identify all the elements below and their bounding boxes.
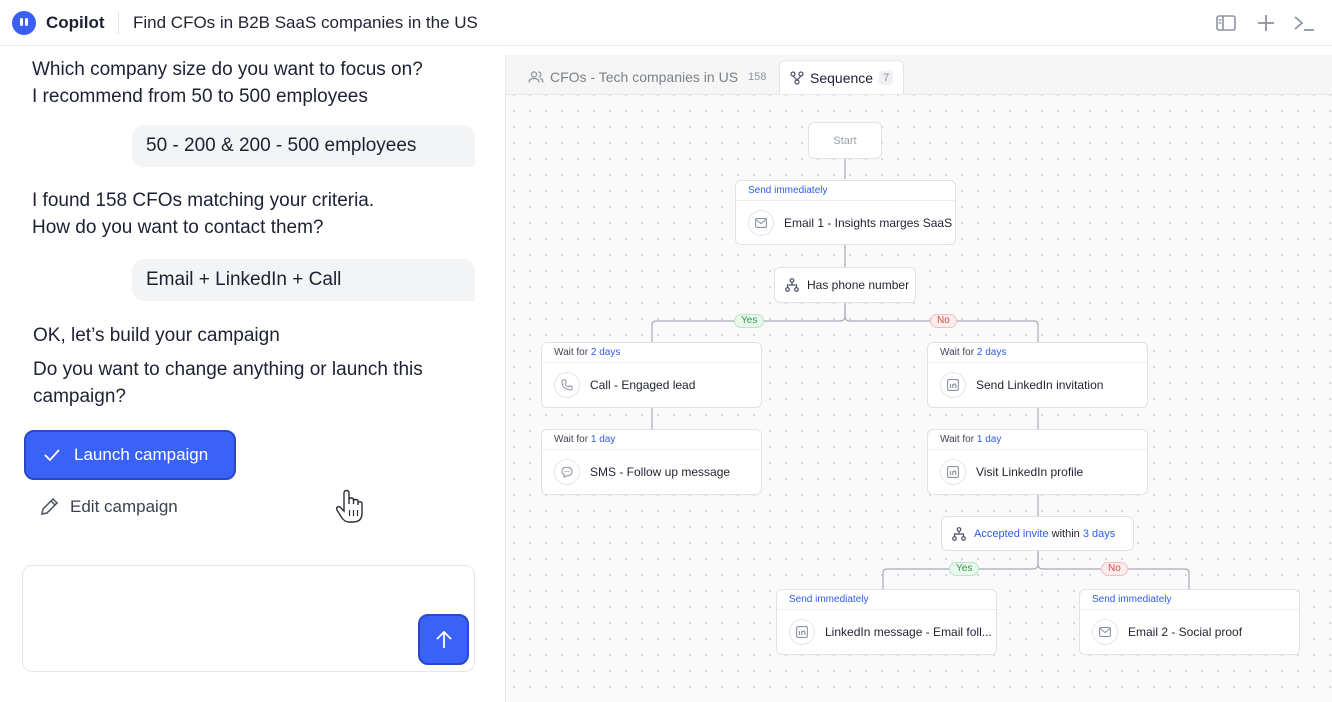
step-label: Send LinkedIn invitation	[976, 378, 1104, 392]
sequence-canvas: CFOs - Tech companies in US 158 Sequence…	[505, 55, 1332, 702]
step-label: Call - Engaged lead	[590, 378, 696, 392]
visit-linkedin-node[interactable]: Wait for 1 day Visit LinkedIn profile	[927, 429, 1148, 495]
message-line: campaign?	[33, 386, 126, 407]
condition-label: Has phone number	[807, 278, 910, 292]
phone-icon	[554, 372, 580, 398]
launch-campaign-label: Launch campaign	[74, 445, 209, 464]
wait-duration: 2 days	[976, 347, 1007, 358]
header-divider	[118, 12, 119, 34]
wait-prefix: Wait for	[554, 347, 589, 358]
condition-within: within	[1051, 527, 1080, 540]
condition-duration: 3 days	[1082, 527, 1116, 540]
message-line: How do you want to contact them?	[32, 217, 324, 238]
assistant-message-4: Do you want to change anything or launch…	[33, 356, 423, 410]
wait-prefix: Wait for	[940, 434, 975, 445]
edit-campaign-label: Edit campaign	[70, 497, 178, 516]
linkedin-icon	[789, 619, 815, 645]
assistant-message-3: OK, let’s build your campaign	[33, 325, 280, 346]
flow-start-node[interactable]: Start	[808, 122, 882, 159]
linkedin-icon	[940, 372, 966, 398]
step-label: LinkedIn message - Email foll...	[825, 625, 992, 639]
email-1-node[interactable]: Send immediately Email 1 - Insights marg…	[735, 180, 956, 245]
sidebar-toggle-icon[interactable]	[1215, 12, 1237, 34]
page-title: Find CFOs in B2B SaaS companies in the U…	[133, 13, 478, 32]
copilot-logo-icon	[12, 11, 36, 35]
message-line: Do you want to change anything or launch…	[33, 359, 423, 380]
arrow-up-icon	[435, 630, 452, 648]
step-label: Email 2 - Social proof	[1128, 625, 1243, 639]
chat-panel: Which company size do you want to focus …	[0, 47, 504, 702]
step-timing: Send immediately	[1092, 594, 1172, 605]
branch-icon	[952, 526, 966, 541]
app-header: Copilot Find CFOs in B2B SaaS companies …	[0, 0, 1332, 46]
step-timing: Send immediately	[789, 594, 869, 605]
user-reply-2: Email + LinkedIn + Call	[132, 259, 475, 301]
wait-prefix: Wait for	[554, 434, 589, 445]
check-icon	[44, 449, 60, 462]
chat-bubble-icon	[554, 459, 580, 485]
wait-prefix: Wait for	[940, 347, 975, 358]
message-composer[interactable]	[22, 565, 475, 672]
send-button[interactable]	[418, 614, 469, 665]
step-timing: Send immediately	[748, 185, 828, 196]
pencil-icon	[41, 497, 59, 515]
terminal-icon[interactable]	[1293, 12, 1315, 34]
wait-duration: 1 day	[976, 434, 1002, 445]
plus-icon[interactable]	[1255, 12, 1277, 34]
assistant-message-1: Which company size do you want to focus …	[32, 56, 423, 110]
message-line: I recommend from 50 to 500 employees	[32, 86, 368, 107]
call-node[interactable]: Wait for 2 days Call - Engaged lead	[541, 342, 762, 408]
condition-accepted-invite-node[interactable]: Accepted invite within 3 days	[941, 516, 1134, 551]
linkedin-icon	[940, 459, 966, 485]
wait-duration: 2 days	[590, 347, 621, 358]
no-branch-badge: No	[930, 314, 957, 328]
step-label: Visit LinkedIn profile	[976, 465, 1084, 479]
message-line: Which company size do you want to focus …	[32, 59, 423, 80]
message-line: I found 158 CFOs matching your criteria.	[32, 190, 375, 211]
email-icon	[1092, 619, 1118, 645]
user-reply-1: 50 - 200 & 200 - 500 employees	[132, 125, 475, 167]
brand-name: Copilot	[46, 13, 105, 32]
step-label: Email 1 - Insights marges SaaS	[784, 216, 953, 230]
launch-campaign-button[interactable]: Launch campaign	[24, 430, 236, 480]
email-icon	[748, 210, 774, 236]
condition-has-phone-node[interactable]: Has phone number	[774, 267, 916, 303]
no-branch-badge: No	[1101, 562, 1128, 576]
yes-branch-badge: Yes	[734, 314, 765, 328]
wait-duration: 1 day	[590, 434, 616, 445]
edit-campaign-button[interactable]: Edit campaign	[38, 495, 178, 519]
branch-icon	[785, 278, 799, 292]
email-2-node[interactable]: Send immediately Email 2 - Social proof	[1079, 589, 1300, 655]
condition-label: Accepted invite	[974, 527, 1049, 540]
assistant-message-2: I found 158 CFOs matching your criteria.…	[32, 187, 374, 241]
sms-node[interactable]: Wait for 1 day SMS - Follow up message	[541, 429, 762, 495]
hand-cursor-icon	[334, 489, 366, 525]
step-label: SMS - Follow up message	[590, 465, 731, 479]
linkedin-message-node[interactable]: Send immediately LinkedIn message - Emai…	[776, 589, 997, 655]
linkedin-invitation-node[interactable]: Wait for 2 days Send LinkedIn invitation	[927, 342, 1148, 408]
yes-branch-badge: Yes	[949, 562, 980, 576]
